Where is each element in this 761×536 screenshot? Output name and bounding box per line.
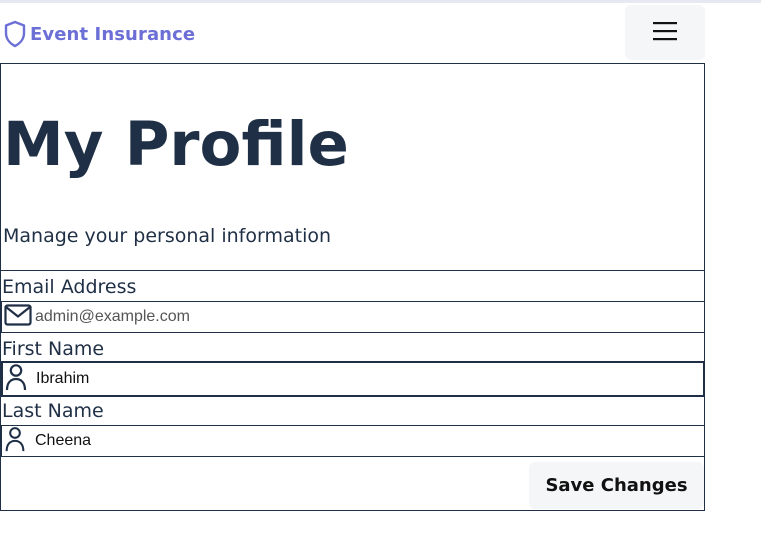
first-name-label: First Name [2, 338, 105, 360]
page-title: My Profile [3, 109, 349, 180]
last-name-input[interactable] [35, 426, 695, 456]
shield-icon [3, 20, 27, 48]
email-field [1, 301, 705, 333]
mail-icon [4, 304, 32, 330]
save-changes-button[interactable]: Save Changes [529, 462, 704, 509]
navbar: Event Insurance [0, 3, 705, 63]
last-name-field [1, 425, 705, 457]
menu-button[interactable] [625, 5, 705, 60]
user-icon [4, 426, 26, 456]
brand-name: Event Insurance [30, 23, 196, 45]
email-input[interactable] [35, 302, 695, 332]
profile-header: My Profile Manage your personal informat… [1, 64, 704, 271]
last-name-label: Last Name [2, 400, 104, 422]
profile-card: My Profile Manage your personal informat… [0, 63, 705, 511]
user-icon [5, 363, 27, 395]
hamburger-menu-icon [653, 21, 677, 44]
first-name-input[interactable] [36, 363, 696, 395]
first-name-field [1, 361, 705, 397]
page-subtitle: Manage your personal information [3, 225, 332, 247]
email-label: Email Address [2, 276, 137, 298]
brand-link[interactable]: Event Insurance [3, 19, 195, 49]
